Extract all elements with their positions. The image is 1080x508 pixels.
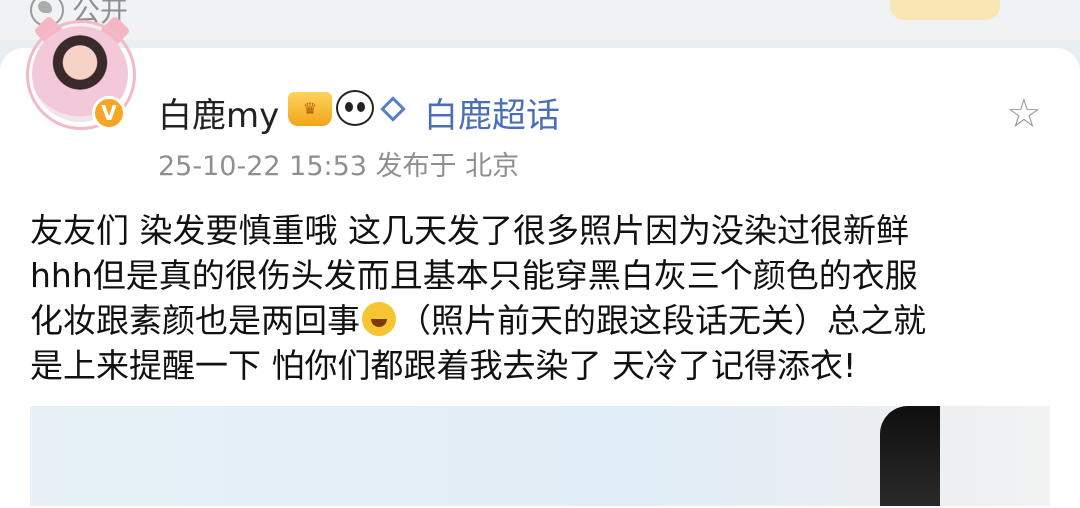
crown-badge-icon[interactable]: ♛	[288, 92, 332, 126]
laughing-emoji-icon	[362, 302, 396, 336]
post-text: 友友们 染发要慎重哦 这几天发了很多照片因为没染过很新鲜 hhh但是真的很伤头发…	[30, 208, 1050, 388]
panda-icon[interactable]	[336, 90, 374, 126]
super-topic-link[interactable]: 白鹿超话	[424, 88, 560, 137]
star-icon[interactable]: ☆	[1006, 94, 1042, 134]
post-image-hair	[880, 406, 940, 506]
top-status-strip: 公开	[0, 0, 1080, 40]
post-time-location: 25-10-22 15:53 发布于 北京	[158, 151, 520, 182]
verified-badge-icon: V	[92, 96, 126, 130]
decorative-banner	[890, 0, 1000, 20]
author-name[interactable]: 白鹿my	[158, 88, 279, 137]
